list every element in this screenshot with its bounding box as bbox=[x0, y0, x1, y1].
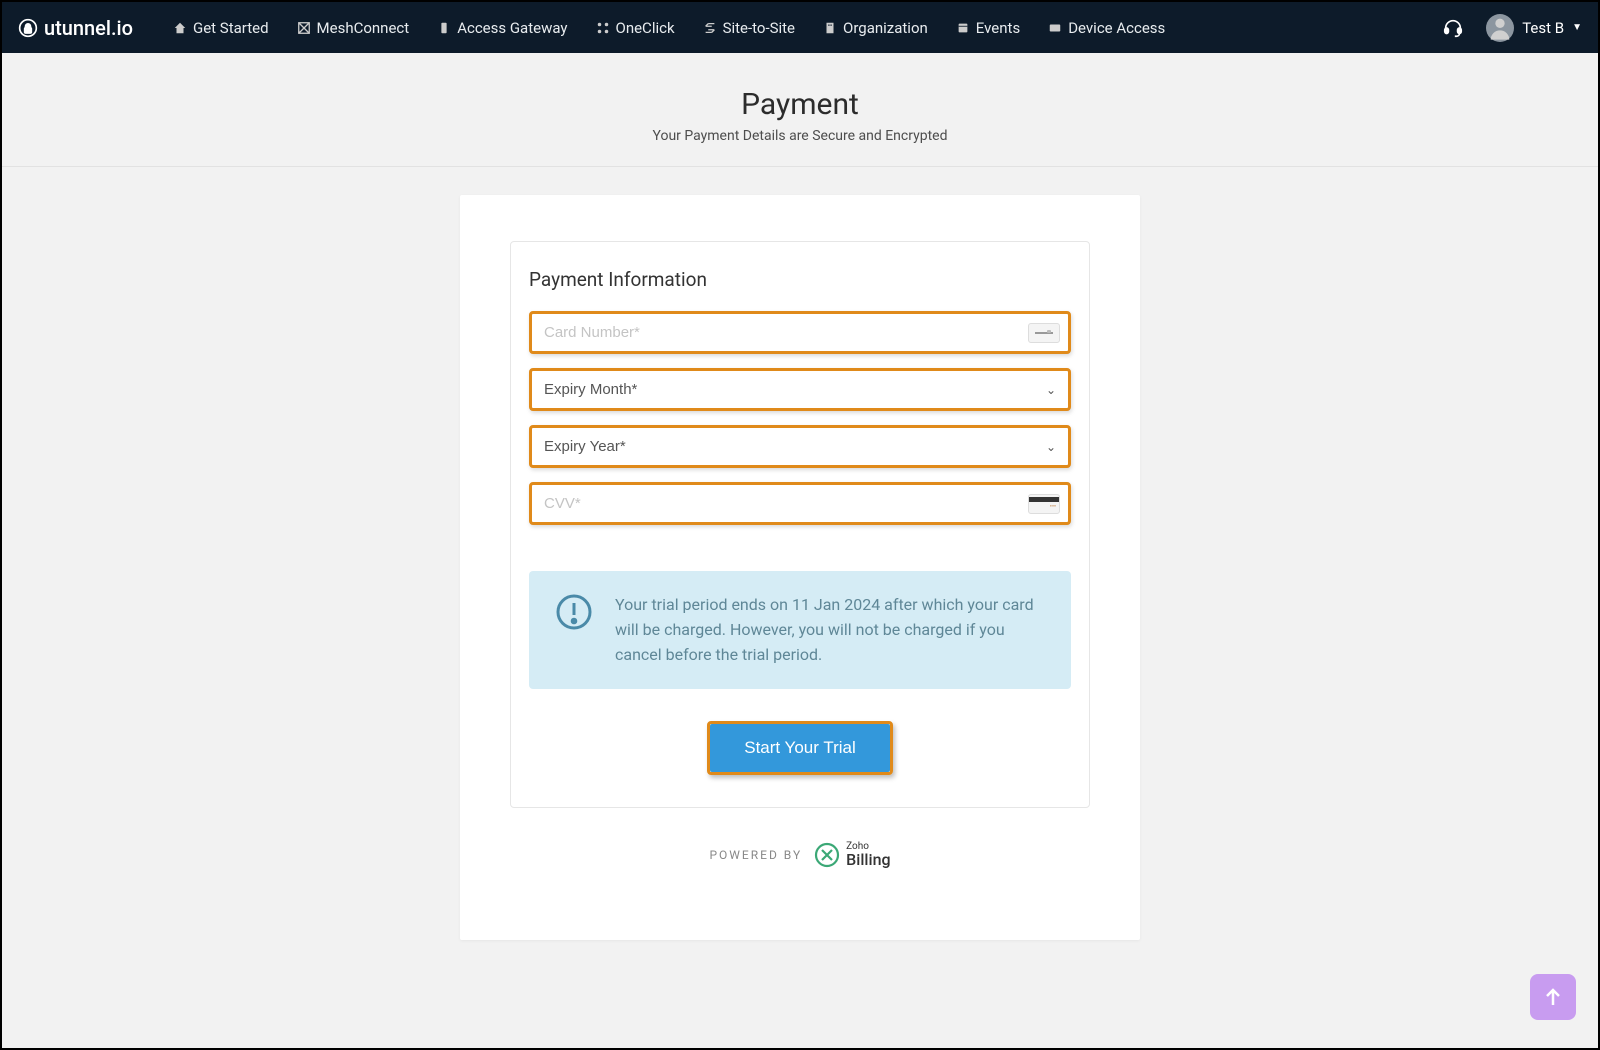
scroll-to-top-button[interactable] bbox=[1530, 974, 1576, 1020]
user-menu[interactable]: Test B ▼ bbox=[1486, 14, 1582, 42]
payment-form-box: Payment Information Expiry Month* ⌄ Expi… bbox=[510, 241, 1090, 808]
zoho-billing-logo[interactable]: Zoho Billing bbox=[814, 842, 890, 868]
nav-label: Organization bbox=[843, 19, 928, 37]
card-number-field-wrap bbox=[529, 311, 1071, 354]
brand-logo[interactable]: utunnel.io bbox=[18, 16, 133, 40]
page-header: Payment Your Payment Details are Secure … bbox=[2, 53, 1598, 167]
nav-oneclick[interactable]: OneClick bbox=[596, 19, 675, 37]
card-number-input[interactable] bbox=[532, 314, 1068, 351]
brand-name: utunnel.io bbox=[44, 16, 133, 40]
trial-info-box: Your trial period ends on 11 Jan 2024 af… bbox=[529, 571, 1071, 689]
cvv-field-wrap: ••• bbox=[529, 482, 1071, 525]
nav-label: MeshConnect bbox=[317, 19, 410, 37]
site-icon bbox=[703, 21, 717, 35]
nav-access-gateway[interactable]: Access Gateway bbox=[437, 19, 567, 37]
nav-label: Get Started bbox=[193, 19, 269, 37]
chevron-down-icon: ▼ bbox=[1572, 22, 1582, 33]
nav-label: Site-to-Site bbox=[723, 19, 795, 37]
info-icon bbox=[555, 593, 593, 667]
cta-highlight: Start Your Trial bbox=[707, 721, 893, 775]
nav-label: Device Access bbox=[1068, 19, 1165, 37]
home-icon bbox=[173, 21, 187, 35]
device-icon bbox=[1048, 21, 1062, 35]
expiry-year-select[interactable]: Expiry Year* bbox=[532, 428, 1068, 465]
avatar-icon bbox=[1486, 14, 1514, 42]
nav-organization[interactable]: Organization bbox=[823, 19, 928, 37]
mesh-icon bbox=[297, 21, 311, 35]
nav-site-to-site[interactable]: Site-to-Site bbox=[703, 19, 795, 37]
user-name: Test B bbox=[1522, 19, 1564, 37]
expiry-month-field-wrap: Expiry Month* ⌄ bbox=[529, 368, 1071, 411]
powered-by-label: POWERED BY bbox=[709, 848, 802, 862]
expiry-year-field-wrap: Expiry Year* ⌄ bbox=[529, 425, 1071, 468]
nav-meshconnect[interactable]: MeshConnect bbox=[297, 19, 410, 37]
org-icon bbox=[823, 21, 837, 35]
top-navigation: utunnel.io Get Started MeshConnect Acces… bbox=[2, 2, 1598, 53]
cta-wrap: Start Your Trial bbox=[529, 721, 1071, 775]
expiry-month-select[interactable]: Expiry Month* bbox=[532, 371, 1068, 408]
cvv-card-icon: ••• bbox=[1028, 494, 1060, 514]
trial-info-text: Your trial period ends on 11 Jan 2024 af… bbox=[615, 593, 1045, 667]
zoho-mark-icon bbox=[814, 842, 840, 868]
gateway-icon bbox=[437, 21, 451, 35]
nav-right: Test B ▼ bbox=[1442, 14, 1582, 42]
nav-label: Access Gateway bbox=[457, 19, 567, 37]
nav-device-access[interactable]: Device Access bbox=[1048, 19, 1165, 37]
cvv-input[interactable] bbox=[532, 485, 1068, 522]
page-subtitle: Your Payment Details are Secure and Encr… bbox=[2, 128, 1598, 144]
nav-label: Events bbox=[976, 19, 1020, 37]
nav-items: Get Started MeshConnect Access Gateway O… bbox=[173, 19, 1165, 37]
page-title: Payment bbox=[2, 87, 1598, 122]
payment-card: Payment Information Expiry Month* ⌄ Expi… bbox=[460, 195, 1140, 940]
start-trial-button[interactable]: Start Your Trial bbox=[710, 724, 890, 772]
lock-icon bbox=[18, 18, 38, 38]
support-icon[interactable] bbox=[1442, 17, 1464, 39]
nav-get-started[interactable]: Get Started bbox=[173, 19, 269, 37]
card-brand-icon bbox=[1028, 323, 1060, 343]
content: Payment Information Expiry Month* ⌄ Expi… bbox=[2, 167, 1598, 940]
arrow-up-icon bbox=[1541, 985, 1565, 1009]
events-icon bbox=[956, 21, 970, 35]
nav-label: OneClick bbox=[616, 19, 675, 37]
nav-events[interactable]: Events bbox=[956, 19, 1020, 37]
section-title: Payment Information bbox=[529, 268, 1071, 291]
zoho-text: Zoho Billing bbox=[846, 842, 890, 868]
powered-by: POWERED BY Zoho Billing bbox=[510, 808, 1090, 902]
oneclick-icon bbox=[596, 21, 610, 35]
